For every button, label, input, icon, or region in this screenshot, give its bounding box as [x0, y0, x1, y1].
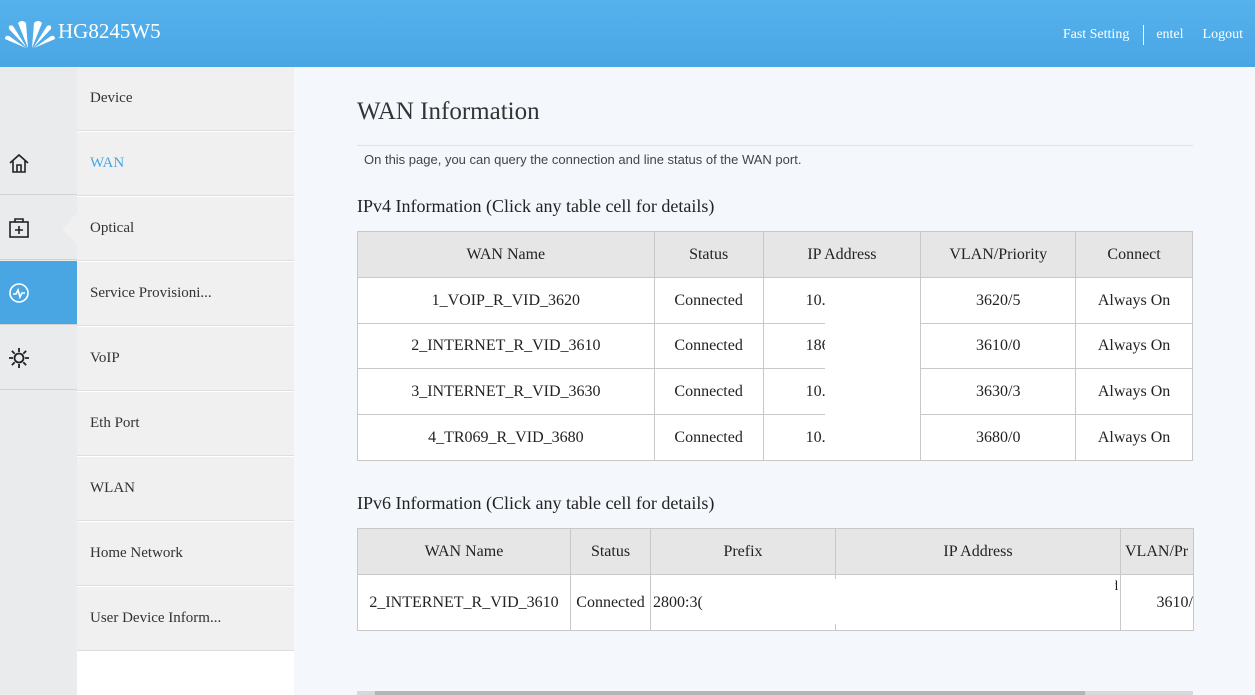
status-cell[interactable]: Connected	[570, 574, 651, 631]
icon-rail	[0, 67, 77, 695]
connect-cell[interactable]: Always On	[1075, 277, 1193, 324]
ipv6-section-title: IPv6 Information (Click any table cell f…	[357, 493, 715, 513]
status-cell[interactable]: Connected	[653, 323, 764, 369]
ipv6-col-prefix: Prefix	[650, 528, 836, 575]
menu-item-home-network[interactable]: Home Network	[77, 522, 294, 586]
toolbox-icon	[9, 217, 29, 238]
header-links: Fast Setting entel Logout	[1063, 25, 1243, 45]
redaction-overlay	[825, 278, 920, 460]
redaction-overlay	[725, 579, 1115, 624]
wan-name-cell[interactable]: 1_VOIP_R_VID_3620	[357, 277, 655, 324]
vlan-priority-cell[interactable]: 3610/	[1120, 574, 1194, 631]
wan-name-cell[interactable]: 4_TR069_R_VID_3680	[357, 414, 655, 461]
header-divider	[1143, 25, 1145, 45]
ipv6-col-ip-address: IP Address	[835, 528, 1121, 575]
menu-item-optical[interactable]: Optical	[77, 197, 294, 261]
menu-item-service-provisioning[interactable]: Service Provisioni...	[77, 262, 294, 326]
ipv6-col-wan-name: WAN Name	[357, 528, 571, 575]
ipv4-header-row: WAN Name Status IP Address VLAN/Priority…	[357, 231, 1193, 278]
ipv6-col-status: Status	[570, 528, 651, 575]
vlan-priority-cell[interactable]: 3630/3	[920, 368, 1077, 415]
home-icon	[9, 153, 29, 173]
wan-name-cell[interactable]: 3_INTERNET_R_VID_3630	[357, 368, 655, 415]
menu-item-user-device-information[interactable]: User Device Inform...	[77, 587, 294, 651]
menu-item-device[interactable]: Device	[77, 67, 294, 131]
status-cell[interactable]: Connected	[653, 414, 764, 461]
active-rail-pointer	[62, 212, 78, 246]
top-header: HG8245W5 Fast Setting entel Logout	[0, 0, 1255, 67]
vlan-priority-cell[interactable]: 3680/0	[920, 414, 1077, 461]
connect-cell[interactable]: Always On	[1075, 414, 1193, 461]
ipv4-section-title: IPv4 Information (Click any table cell f…	[357, 196, 715, 216]
ipv4-col-ip-address: IP Address	[762, 231, 922, 278]
menu-item-wan[interactable]: WAN	[77, 132, 294, 196]
fast-setting-link[interactable]: Fast Setting	[1063, 27, 1130, 43]
connect-cell[interactable]: Always On	[1075, 323, 1193, 369]
menu-item-wlan[interactable]: WLAN	[77, 457, 294, 521]
menu-item-eth-port[interactable]: Eth Port	[77, 392, 294, 456]
ipv6-col-vlan-priority: VLAN/Pr	[1120, 528, 1194, 575]
rail-status[interactable]	[0, 261, 77, 325]
rail-home[interactable]	[0, 131, 77, 195]
main-content: WAN Information On this page, you can qu…	[294, 67, 1255, 695]
page-title: WAN Information	[357, 98, 540, 125]
connect-cell[interactable]: Always On	[1075, 368, 1193, 415]
ipv6-header-row: WAN Name Status Prefix IP Address VLAN/P…	[357, 528, 1194, 575]
title-divider	[357, 145, 1193, 146]
table-row[interactable]: 2_INTERNET_R_VID_3610 Connected 186. 361…	[357, 323, 1193, 369]
user-name-link[interactable]: entel	[1156, 27, 1183, 43]
table-row[interactable]: 1_VOIP_R_VID_3620 Connected 10.5 3620/5 …	[357, 277, 1193, 324]
vlan-priority-cell[interactable]: 3610/0	[920, 323, 1077, 369]
ipv4-table: WAN Name Status IP Address VLAN/Priority…	[357, 231, 1193, 461]
gear-icon	[9, 347, 29, 368]
ipv4-col-vlan-priority: VLAN/Priority	[920, 231, 1077, 278]
wan-name-cell[interactable]: 2_INTERNET_R_VID_3610	[357, 574, 571, 631]
logout-link[interactable]: Logout	[1203, 27, 1243, 43]
ipv4-col-wan-name: WAN Name	[357, 231, 655, 278]
ipv4-col-status: Status	[653, 231, 764, 278]
status-cell[interactable]: Connected	[653, 368, 764, 415]
sub-menu: Device WAN Optical Service Provisioni...…	[77, 67, 294, 695]
rail-settings[interactable]	[0, 326, 77, 390]
table-row[interactable]: 4_TR069_R_VID_3680 Connected 10.12 3680/…	[357, 414, 1193, 461]
ipv4-col-connect: Connect	[1075, 231, 1193, 278]
horizontal-scrollbar[interactable]	[357, 691, 1193, 695]
huawei-logo	[5, 21, 55, 48]
status-icon	[9, 282, 29, 303]
table-row[interactable]: 3_INTERNET_R_VID_3630 Connected 10. 3630…	[357, 368, 1193, 415]
device-model-title: HG8245W5	[58, 19, 161, 43]
status-cell[interactable]: Connected	[653, 277, 764, 324]
vlan-priority-cell[interactable]: 3620/5	[920, 277, 1077, 324]
menu-item-voip[interactable]: VoIP	[77, 327, 294, 391]
scrollbar-thumb[interactable]	[375, 691, 1085, 695]
wan-name-cell[interactable]: 2_INTERNET_R_VID_3610	[357, 323, 655, 369]
page-description: On this page, you can query the connecti…	[364, 152, 802, 167]
